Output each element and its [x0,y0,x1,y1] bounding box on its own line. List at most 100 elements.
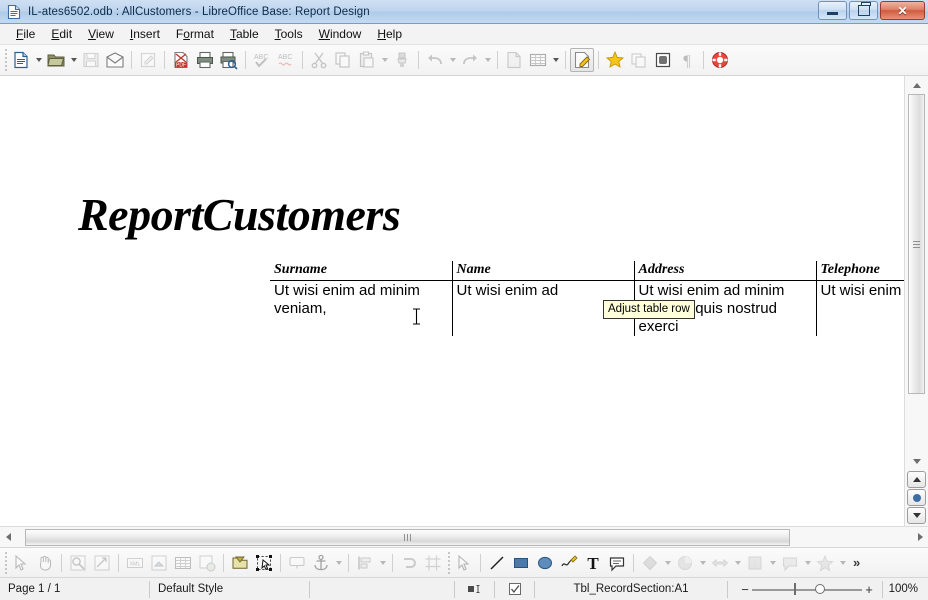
insert-table-dropdown[interactable] [550,48,561,72]
undo-dropdown[interactable] [447,48,458,72]
column-header-name[interactable]: Name [451,261,634,281]
zoom-slider-track[interactable] [752,583,862,595]
basic-shapes-dropdown[interactable] [662,551,673,575]
block-arrows-icon[interactable] [708,551,732,575]
menu-format[interactable]: Format [168,25,222,43]
vertical-scrollbar[interactable] [904,76,928,526]
symbol-shapes-icon[interactable] [673,551,697,575]
scroll-up-arrow[interactable] [906,76,927,94]
callout-icon[interactable] [605,551,629,575]
undo-icon[interactable] [423,48,447,72]
vertical-scroll-thumb[interactable] [908,94,925,394]
menu-table[interactable]: Table [222,25,267,43]
align-left-icon[interactable] [353,551,377,575]
scroll-right-arrow[interactable] [913,528,927,547]
help-icon[interactable] [708,48,732,72]
stars-icon[interactable] [813,551,837,575]
zoom-level-label[interactable]: 100% [882,580,928,598]
cell-telephone[interactable]: Ut wisi enim [815,280,904,337]
horizontal-scrollbar[interactable] [0,526,928,547]
report-design-canvas[interactable]: ReportCustomers Surname Name Address Tel… [0,76,904,526]
ellipse-icon[interactable] [533,551,557,575]
vertical-scroll-track[interactable] [908,94,925,452]
toolbar-overflow-button[interactable]: » [848,555,865,570]
draw-select-arrow-icon[interactable] [452,551,476,575]
clone-formatting-icon[interactable] [390,48,414,72]
open-folder-dropdown[interactable] [68,48,79,72]
add-field-icon[interactable] [195,551,219,575]
insert-page-icon[interactable] [502,48,526,72]
zoom-out-button[interactable]: − [738,583,752,596]
insert-field-icon[interactable] [147,551,171,575]
menu-tools[interactable]: Tools [267,25,311,43]
block-arrows-dropdown[interactable] [732,551,743,575]
report-title-label[interactable]: ReportCustomers [78,188,401,241]
stars-dropdown[interactable] [837,551,848,575]
minimize-button[interactable] [818,1,847,20]
drawing-toolbar-grip[interactable] [2,551,9,574]
zoom-slider-knob[interactable] [815,584,825,594]
menu-file[interactable]: File [8,25,43,43]
text-box-icon[interactable]: T [581,551,605,575]
crop-frame-icon[interactable] [421,551,445,575]
horizontal-scroll-thumb[interactable] [25,528,790,546]
menu-edit[interactable]: Edit [43,25,80,43]
next-page-button[interactable] [907,507,926,524]
paste-dropdown[interactable] [379,48,390,72]
menu-help[interactable]: Help [369,25,410,43]
export-pdf-icon[interactable]: PDF [169,48,193,72]
report-navigator-icon[interactable] [228,551,252,575]
drawing-toolbar-grip-2[interactable] [445,551,452,574]
align-dropdown[interactable] [377,551,388,575]
print-preview-icon[interactable] [217,48,241,72]
zoom-region-icon[interactable] [90,551,114,575]
line-icon[interactable] [485,551,509,575]
new-document-dropdown[interactable] [33,48,44,72]
restore-button[interactable] [849,1,878,20]
send-backward-icon[interactable] [397,551,421,575]
report-record-table[interactable]: Surname Name Address Telephone Ut wisi e… [270,261,904,337]
insert-table-icon[interactable] [526,48,550,72]
label-field-icon[interactable] [285,551,309,575]
table-grid-icon[interactable] [171,551,195,575]
anchor-icon[interactable] [309,551,333,575]
edit-file-icon[interactable] [570,48,594,72]
edit-mode-icon[interactable] [136,48,160,72]
email-document-icon[interactable] [103,48,127,72]
flowchart-shapes-icon[interactable] [743,551,767,575]
scroll-left-arrow[interactable] [1,528,15,547]
paste-icon[interactable] [355,48,379,72]
selection-mode-icon[interactable] [455,580,495,598]
toolbar-grip[interactable] [2,49,9,71]
menu-insert[interactable]: Insert [122,25,168,43]
cell-surname[interactable]: Ut wisi enim ad minim veniam, [270,280,452,336]
scroll-down-arrow[interactable] [906,452,927,470]
anchor-dropdown[interactable] [333,551,344,575]
navigation-button[interactable] [907,489,926,506]
column-header-address[interactable]: Address [633,261,816,281]
autospellcheck-icon[interactable]: ABC [274,48,298,72]
freeform-line-icon[interactable] [557,551,581,575]
select-objects-icon[interactable] [252,551,276,575]
xml-source-icon[interactable]: XML [123,551,147,575]
horizontal-scroll-track[interactable] [15,528,913,546]
open-folder-icon[interactable] [44,48,68,72]
redo-icon[interactable] [458,48,482,72]
spelling-icon[interactable]: ABC [250,48,274,72]
zoom-in-button[interactable]: + [862,583,876,596]
menu-window[interactable]: Window [311,25,370,43]
new-document-icon[interactable] [9,48,33,72]
zoom-slider[interactable]: − + [738,581,876,598]
rectangle-icon[interactable] [509,551,533,575]
data-sources-icon[interactable] [651,48,675,72]
column-header-telephone[interactable]: Telephone [815,261,904,281]
pan-hand-icon[interactable] [33,551,57,575]
zoom-tool-icon[interactable] [66,551,90,575]
status-page-style[interactable]: Default Style [150,580,310,598]
symbol-shapes-dropdown[interactable] [697,551,708,575]
close-button[interactable]: ✕ [880,1,925,20]
cut-icon[interactable] [307,48,331,72]
save-icon[interactable] [79,48,103,72]
select-arrow-icon[interactable] [9,551,33,575]
navigator-icon[interactable] [627,48,651,72]
